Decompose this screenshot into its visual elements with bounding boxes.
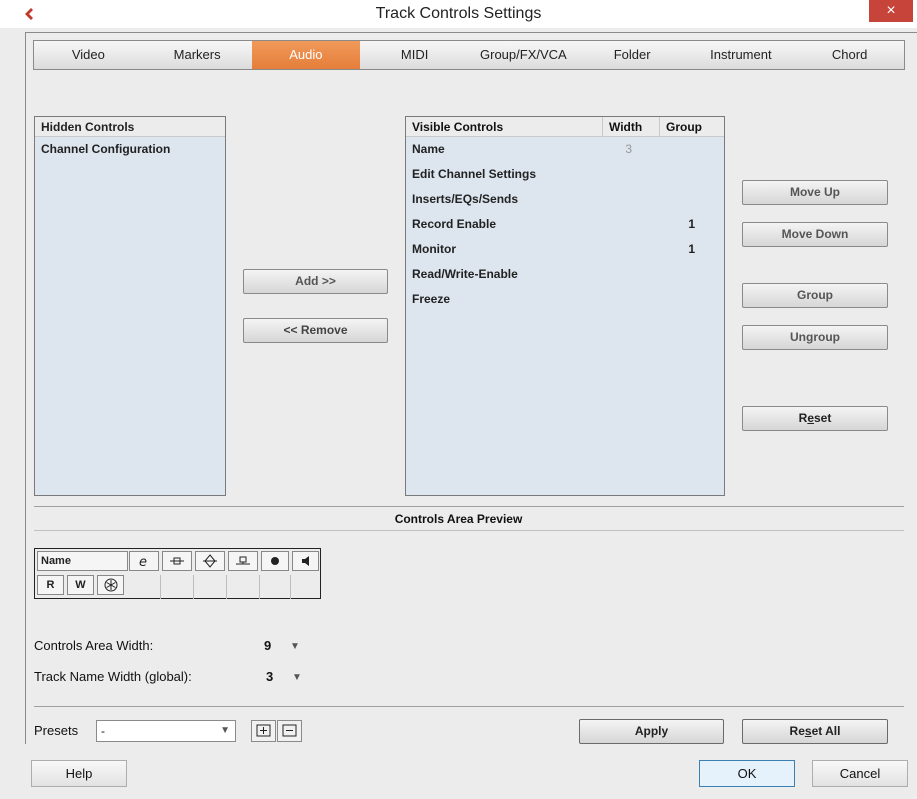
- reset-label-start: R: [798, 411, 808, 425]
- inserts-icon: [162, 551, 192, 571]
- chevron-down-icon[interactable]: ▼: [292, 672, 302, 683]
- svg-text:e: e: [139, 555, 147, 568]
- table-row[interactable]: Edit Channel Settings: [406, 162, 724, 187]
- delete-preset-icon[interactable]: [277, 720, 302, 742]
- row-name: Read/Write-Enable: [412, 267, 518, 281]
- tab-audio[interactable]: Audio: [251, 41, 361, 69]
- edit-channel-icon: e: [129, 551, 159, 571]
- chevron-down-icon[interactable]: ▼: [290, 641, 300, 652]
- table-row[interactable]: Freeze: [406, 287, 724, 312]
- hidden-controls-list[interactable]: Hidden Controls Channel Configuration: [34, 116, 226, 496]
- preview-empty-cell: [260, 575, 291, 599]
- track-name-width-value[interactable]: 3: [266, 669, 273, 684]
- preview-empty-cell: [129, 575, 161, 599]
- visible-controls-header: Visible Controls Width Group: [406, 117, 724, 137]
- tab-markers[interactable]: Markers: [143, 41, 252, 69]
- row-name: Monitor: [412, 242, 456, 256]
- reset-label-end: set: [814, 411, 832, 425]
- tab-instrument[interactable]: Instrument: [687, 41, 796, 69]
- tab-chord[interactable]: Chord: [795, 41, 904, 69]
- row-width: 3: [625, 142, 632, 156]
- move-down-button[interactable]: Move Down: [742, 222, 888, 247]
- row-group: [660, 162, 722, 187]
- row-group: [660, 262, 722, 287]
- list-item[interactable]: Channel Configuration: [35, 137, 225, 162]
- remove-button[interactable]: << Remove: [243, 318, 388, 343]
- reset-all-label-start: Re: [789, 724, 805, 738]
- add-button[interactable]: Add >>: [243, 269, 388, 294]
- monitor-icon: [292, 551, 319, 571]
- row-name: Record Enable: [412, 217, 497, 231]
- row-width: [603, 237, 660, 262]
- row-name: Inserts/EQs/Sends: [412, 192, 519, 206]
- write-enable-button: W: [67, 575, 94, 595]
- save-preset-icon[interactable]: [251, 720, 276, 742]
- controls-area-width-value[interactable]: 9: [264, 638, 271, 653]
- row-group: 1: [688, 217, 695, 231]
- row-name: Freeze: [412, 292, 451, 306]
- preview-title: Controls Area Preview: [394, 512, 523, 526]
- row-width: [603, 162, 660, 187]
- ungroup-button[interactable]: Ungroup: [742, 325, 888, 350]
- preview-name-field: Name: [37, 551, 128, 571]
- tab-group-fx-vca[interactable]: Group/FX/VCA: [469, 41, 578, 69]
- tab-midi[interactable]: MIDI: [360, 41, 469, 69]
- reset-all-label-end: et All: [811, 724, 841, 738]
- title-bar: Track Controls Settings ×: [0, 0, 917, 28]
- table-row[interactable]: Inserts/EQs/Sends: [406, 187, 724, 212]
- column-group[interactable]: Group: [660, 117, 722, 136]
- move-up-button[interactable]: Move Up: [742, 180, 888, 205]
- row-group: [660, 287, 722, 312]
- close-button[interactable]: ×: [869, 0, 913, 22]
- ok-button[interactable]: OK: [699, 760, 795, 787]
- presets-select[interactable]: - ▼: [96, 720, 236, 742]
- tab-folder[interactable]: Folder: [578, 41, 687, 69]
- divider: [34, 530, 904, 531]
- apply-button[interactable]: Apply: [579, 719, 724, 744]
- reset-all-button[interactable]: Reset All: [742, 719, 888, 744]
- table-row[interactable]: Monitor 1: [406, 237, 724, 262]
- divider: [34, 706, 904, 707]
- read-enable-button: R: [37, 575, 64, 595]
- row-group: [660, 137, 722, 162]
- row-width: [603, 212, 660, 237]
- help-button[interactable]: Help: [31, 760, 127, 787]
- row-width: [603, 262, 660, 287]
- freeze-icon: [97, 575, 124, 595]
- window-title: Track Controls Settings: [375, 5, 542, 22]
- presets-label: Presets: [34, 723, 79, 738]
- controls-area-width-label: Controls Area Width:: [34, 638, 154, 653]
- row-name: Name: [412, 142, 445, 156]
- column-width[interactable]: Width: [603, 117, 660, 136]
- row-width: [603, 187, 660, 212]
- row-group: 1: [688, 242, 695, 256]
- cancel-button[interactable]: Cancel: [812, 760, 908, 787]
- reset-all-label-mnemonic: s: [804, 724, 812, 738]
- table-row[interactable]: Name 3: [406, 137, 724, 162]
- reset-button[interactable]: Reset: [742, 406, 888, 431]
- record-enable-icon: [261, 551, 289, 571]
- preview-empty-cell: [227, 575, 260, 599]
- row-name: Edit Channel Settings: [412, 167, 537, 181]
- row-width: [603, 287, 660, 312]
- preview-empty-cell: [161, 575, 194, 599]
- track-name-width-label: Track Name Width (global):: [34, 669, 192, 684]
- preview-empty-cell: [194, 575, 227, 599]
- row-group: [660, 187, 722, 212]
- divider: [34, 506, 904, 507]
- table-row[interactable]: Read/Write-Enable: [406, 262, 724, 287]
- chevron-down-icon: ▼: [220, 725, 230, 736]
- controls-area-preview: Name e R W: [34, 548, 321, 599]
- table-row[interactable]: Record Enable 1: [406, 212, 724, 237]
- visible-controls-list[interactable]: Visible Controls Width Group Name 3 Edit …: [405, 116, 725, 496]
- tab-video[interactable]: Video: [34, 41, 143, 69]
- group-button[interactable]: Group: [742, 283, 888, 308]
- tab-bar: Video Markers Audio MIDI Group/FX/VCA Fo…: [33, 40, 905, 70]
- eq-icon: [195, 551, 225, 571]
- sends-icon: [228, 551, 258, 571]
- reset-label-mnemonic: e: [807, 411, 814, 425]
- column-visible-controls[interactable]: Visible Controls: [406, 117, 603, 136]
- presets-value: -: [101, 724, 105, 738]
- hidden-controls-header: Hidden Controls: [35, 117, 225, 137]
